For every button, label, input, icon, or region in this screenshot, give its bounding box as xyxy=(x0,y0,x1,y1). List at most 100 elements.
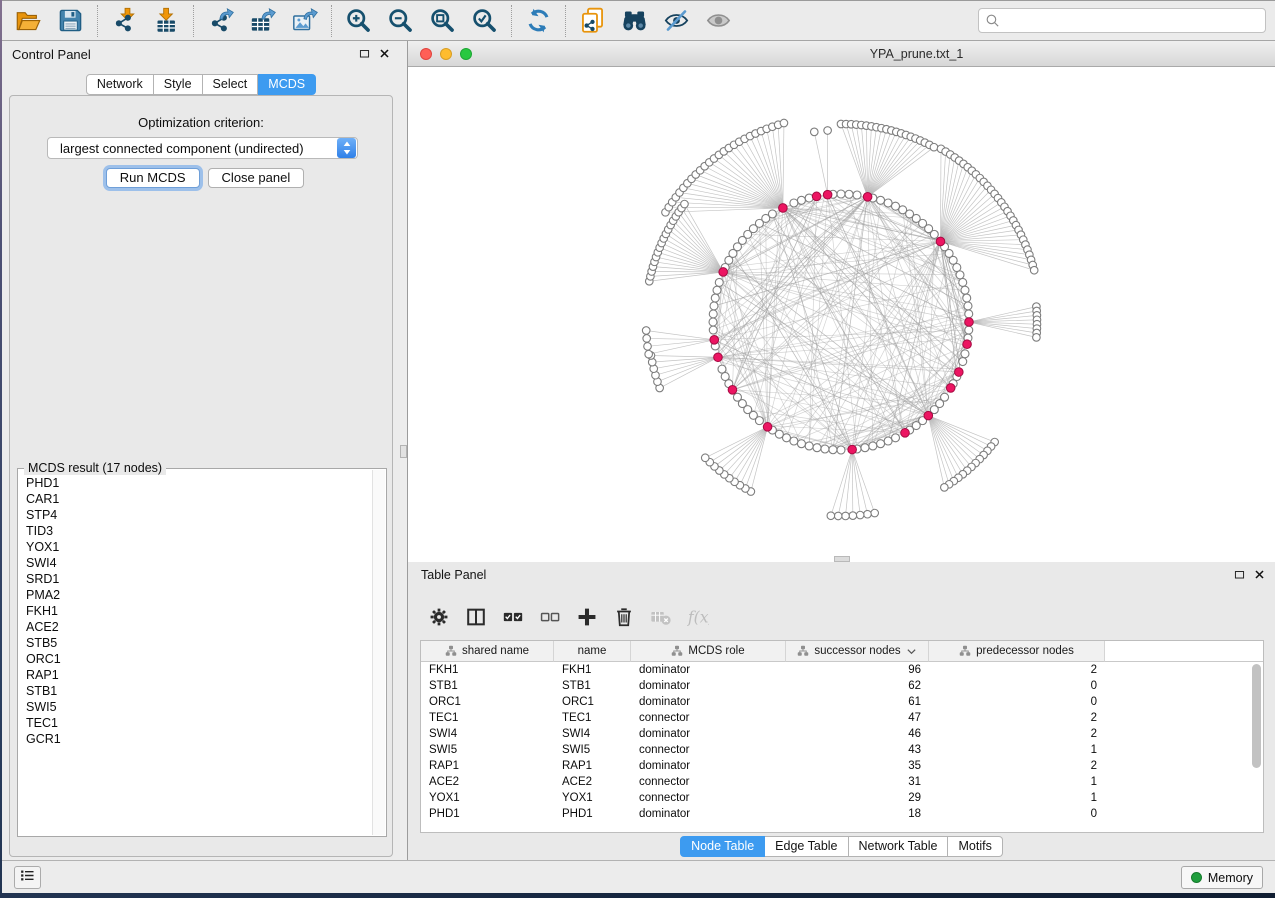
network-node[interactable] xyxy=(721,372,729,380)
satellite-node[interactable] xyxy=(644,343,652,351)
network-node[interactable] xyxy=(797,440,805,448)
satellite-node[interactable] xyxy=(827,512,835,520)
mcds-result-item[interactable]: ORC1 xyxy=(26,651,372,667)
column-header-name[interactable]: name xyxy=(554,641,631,662)
mcds-node[interactable] xyxy=(946,384,955,393)
satellite-node[interactable] xyxy=(864,510,872,518)
run-mcds-button[interactable]: Run MCDS xyxy=(106,168,200,188)
deselect-all-icon[interactable] xyxy=(539,606,561,628)
export-image-icon[interactable] xyxy=(291,7,318,34)
tab-select[interactable]: Select xyxy=(203,74,259,95)
satellite-node[interactable] xyxy=(681,200,689,208)
task-history-button[interactable] xyxy=(14,866,41,889)
network-node[interactable] xyxy=(953,264,961,272)
network-node[interactable] xyxy=(790,199,798,207)
satellite-node[interactable] xyxy=(1030,266,1038,274)
satellite-node[interactable] xyxy=(643,335,651,343)
satellite-node[interactable] xyxy=(941,484,949,492)
import-table-icon[interactable] xyxy=(153,7,180,34)
network-node[interactable] xyxy=(877,196,885,204)
optimization-criterion-select[interactable]: largest connected component (undirected) xyxy=(47,137,358,159)
search-box[interactable] xyxy=(978,8,1266,33)
network-node[interactable] xyxy=(869,442,877,450)
network-node[interactable] xyxy=(963,294,971,302)
mcds-result-item[interactable]: TEC1 xyxy=(26,715,372,731)
network-node[interactable] xyxy=(790,437,798,445)
mcds-result-item[interactable]: CAR1 xyxy=(26,491,372,507)
mcds-result-item[interactable]: STB1 xyxy=(26,683,372,699)
network-node[interactable] xyxy=(797,196,805,204)
satellite-node[interactable] xyxy=(780,119,788,127)
network-node[interactable] xyxy=(709,318,717,326)
satellite-node[interactable] xyxy=(834,512,842,520)
network-node[interactable] xyxy=(709,326,717,334)
column-header-successor-nodes[interactable]: successor nodes xyxy=(786,641,929,662)
mcds-node[interactable] xyxy=(763,423,772,432)
satellite-node[interactable] xyxy=(824,127,832,135)
mcds-node[interactable] xyxy=(848,445,857,454)
zoom-out-icon[interactable] xyxy=(387,7,414,34)
float-panel-icon[interactable] xyxy=(358,47,371,60)
table-row[interactable]: PHD1PHD1dominator180 xyxy=(421,806,1263,822)
vertical-splitter[interactable] xyxy=(400,41,408,860)
mcds-node[interactable] xyxy=(728,386,737,395)
mcds-result-item[interactable]: ACE2 xyxy=(26,619,372,635)
table-row[interactable]: STB1STB1dominator620 xyxy=(421,678,1263,694)
network-node[interactable] xyxy=(861,444,869,452)
mcds-node[interactable] xyxy=(823,190,832,199)
column-header-MCDS-role[interactable]: MCDS role xyxy=(631,641,786,662)
column-header-predecessor-nodes[interactable]: predecessor nodes xyxy=(929,641,1105,662)
network-node[interactable] xyxy=(805,442,813,450)
open-session-icon[interactable] xyxy=(15,7,42,34)
mcds-result-item[interactable]: STP4 xyxy=(26,507,372,523)
zoom-in-icon[interactable] xyxy=(345,7,372,34)
network-node[interactable] xyxy=(964,302,972,310)
network-node[interactable] xyxy=(768,210,776,218)
find-icon[interactable] xyxy=(621,7,648,34)
mcds-result-item[interactable]: SRD1 xyxy=(26,571,372,587)
table-row[interactable]: SWI5SWI5connector431 xyxy=(421,742,1263,758)
table-tab-node-table[interactable]: Node Table xyxy=(680,836,765,857)
zoom-fit-icon[interactable] xyxy=(429,7,456,34)
clone-network-icon[interactable] xyxy=(579,7,606,34)
mcds-result-item[interactable]: SWI4 xyxy=(26,555,372,571)
mcds-result-item[interactable]: PMA2 xyxy=(26,587,372,603)
export-network-icon[interactable] xyxy=(207,7,234,34)
float-table-panel-icon[interactable] xyxy=(1233,568,1246,581)
table-row[interactable]: ORC1ORC1dominator610 xyxy=(421,694,1263,710)
mcds-result-item[interactable]: GCR1 xyxy=(26,731,372,747)
satellite-node[interactable] xyxy=(645,350,653,358)
satellite-node[interactable] xyxy=(871,509,879,517)
mcds-result-item[interactable]: SWI5 xyxy=(26,699,372,715)
network-node[interactable] xyxy=(829,446,837,454)
vertical-splitter-handle[interactable] xyxy=(400,445,407,458)
network-node[interactable] xyxy=(853,191,861,199)
table-scrollbar[interactable] xyxy=(1251,663,1262,831)
network-node[interactable] xyxy=(733,393,741,401)
tab-network[interactable]: Network xyxy=(86,74,154,95)
network-node[interactable] xyxy=(884,437,892,445)
show-details-icon[interactable] xyxy=(705,7,732,34)
table-row[interactable]: YOX1YOX1connector291 xyxy=(421,790,1263,806)
mcds-result-item[interactable]: YOX1 xyxy=(26,539,372,555)
satellite-node[interactable] xyxy=(810,128,818,136)
satellite-node[interactable] xyxy=(642,327,650,335)
network-node[interactable] xyxy=(891,434,899,442)
mcds-result-item[interactable]: TID3 xyxy=(26,523,372,539)
satellite-node[interactable] xyxy=(701,454,709,462)
table-row[interactable]: TEC1TEC1connector472 xyxy=(421,710,1263,726)
mcds-node[interactable] xyxy=(901,429,910,438)
network-node[interactable] xyxy=(837,190,845,198)
mcds-node[interactable] xyxy=(955,368,964,377)
close-panel-button[interactable]: Close panel xyxy=(208,168,305,188)
mcds-node[interactable] xyxy=(714,353,723,362)
network-node[interactable] xyxy=(956,271,964,279)
export-table-icon[interactable] xyxy=(249,7,276,34)
network-node[interactable] xyxy=(813,444,821,452)
mcds-node[interactable] xyxy=(779,204,788,213)
zoom-selected-icon[interactable] xyxy=(471,7,498,34)
network-node[interactable] xyxy=(877,440,885,448)
table-row[interactable]: FKH1FKH1dominator962 xyxy=(421,662,1263,678)
satellite-node[interactable] xyxy=(930,143,938,151)
save-session-icon[interactable] xyxy=(57,7,84,34)
